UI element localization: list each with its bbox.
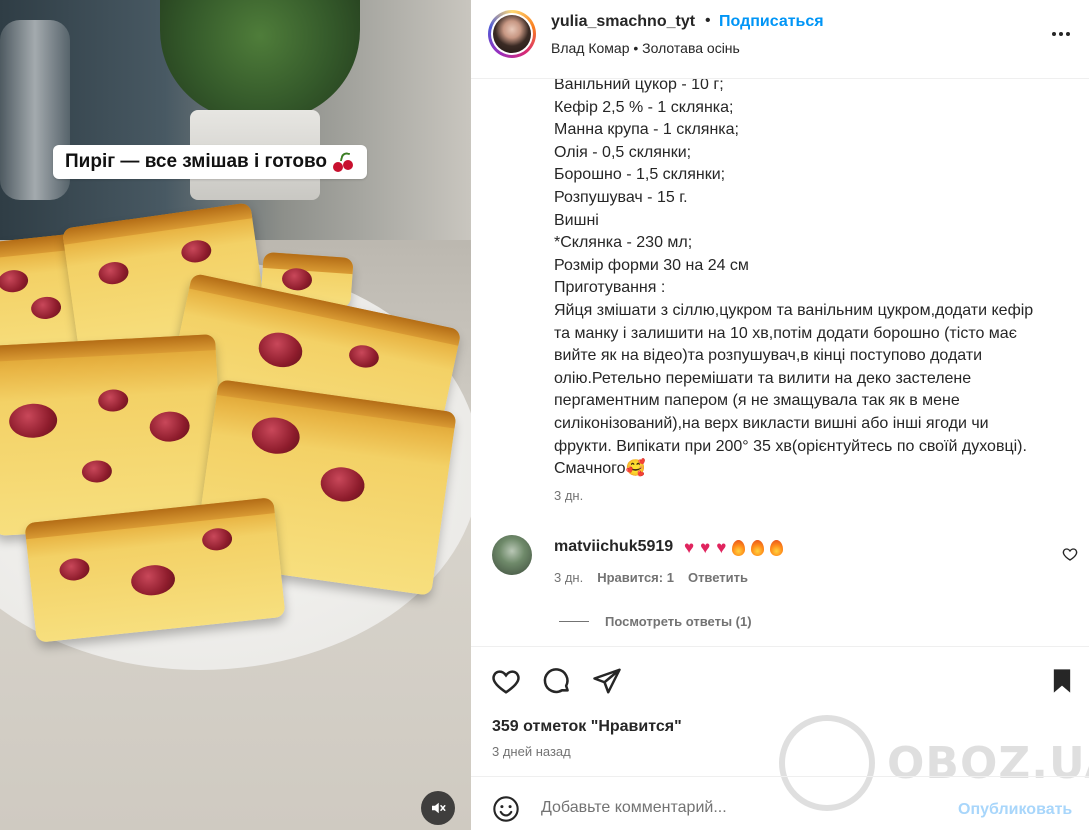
comment-timestamp: 3 дн. bbox=[554, 570, 584, 585]
heart-emoji-icon: ♥ bbox=[700, 538, 711, 557]
more-options-button[interactable] bbox=[1049, 22, 1073, 46]
caption-line: олію.Ретельно перемішати та вилити на де… bbox=[554, 369, 972, 387]
caption-line: Олія - 0,5 склянки; bbox=[554, 143, 692, 161]
caption-line: Приготування : bbox=[554, 279, 666, 297]
comment-likes[interactable]: Нравится: 1 bbox=[597, 570, 674, 585]
caption-line: Борошно - 1,5 склянки; bbox=[554, 166, 726, 184]
commenter-username[interactable]: matviichuk5919 bbox=[554, 538, 673, 556]
post-timestamp: 3 дней назад bbox=[492, 744, 571, 759]
video-overlay-caption: Пиріг — все змішав і готово bbox=[53, 145, 368, 179]
caption-line: Вишні bbox=[554, 211, 599, 229]
view-replies-button[interactable]: Посмотреть ответы (1) bbox=[559, 614, 752, 629]
caption-line: фрукти. Випікати при 200° 35 хв(орієнтуй… bbox=[554, 437, 1027, 455]
caption-line: пергаментним папером (я не змащувала так… bbox=[554, 392, 960, 410]
caption-line: Смачного🥰 bbox=[554, 460, 646, 478]
caption-line: Розмір форми 30 на 24 см bbox=[554, 256, 749, 274]
caption-line: Яйця змішати з сіллю,цукром та ванільним… bbox=[554, 301, 1034, 319]
cherry-icon bbox=[333, 151, 355, 172]
fire-emoji-icon bbox=[751, 539, 765, 556]
caption-line: *Склянка - 230 мл; bbox=[554, 234, 693, 252]
commenter-avatar[interactable] bbox=[492, 535, 532, 575]
mute-button[interactable] bbox=[421, 791, 455, 825]
post-media[interactable]: Пиріг — все змішав і готово bbox=[0, 0, 471, 830]
comment-text: ♥ ♥ ♥ bbox=[684, 538, 784, 557]
volume-off-icon bbox=[432, 802, 446, 814]
likes-count[interactable]: 359 отметок "Нравится" bbox=[492, 718, 682, 736]
author-username[interactable]: yulia_smachno_tyt bbox=[551, 13, 695, 31]
post-panel: Ванільний цукор - 10 г; Кефір 2,5 % - 1 с… bbox=[471, 0, 1089, 830]
comment-heart-icon[interactable] bbox=[1062, 546, 1078, 562]
author-avatar[interactable] bbox=[488, 10, 536, 58]
heart-icon bbox=[492, 670, 520, 694]
reply-button[interactable]: Ответить bbox=[688, 570, 748, 585]
publish-button[interactable]: Опубликовать bbox=[958, 801, 1072, 819]
caption-line: Манна крупа - 1 склянка; bbox=[554, 121, 739, 139]
caption-line: вийте як на відео)та розпушувач,в кінці … bbox=[554, 347, 983, 365]
view-replies-label: Посмотреть ответы (1) bbox=[605, 614, 752, 629]
header-separator: • bbox=[705, 12, 711, 29]
comment-input[interactable] bbox=[541, 792, 941, 824]
like-button[interactable] bbox=[490, 665, 522, 697]
comments-scroll-area[interactable]: Ванільний цукор - 10 г; Кефір 2,5 % - 1 с… bbox=[471, 0, 1089, 645]
comment-button[interactable] bbox=[541, 665, 573, 697]
post-header: yulia_smachno_tyt • Подписаться Влад Ком… bbox=[471, 0, 1089, 79]
caption-line: Кефір 2,5 % - 1 склянка; bbox=[554, 98, 734, 116]
bookmark-icon bbox=[1053, 669, 1071, 693]
post-caption: Ванільний цукор - 10 г; Кефір 2,5 % - 1 с… bbox=[554, 74, 1079, 481]
paper-plane-icon bbox=[593, 668, 621, 694]
audio-attribution[interactable]: Влад Комар • Золотава осінь bbox=[551, 40, 740, 56]
caption-line: та манку і залишити на 10 хв,потім додат… bbox=[554, 324, 1017, 342]
emoji-icon[interactable] bbox=[492, 795, 520, 823]
follow-button[interactable]: Подписаться bbox=[719, 13, 824, 31]
comment-bubble-icon bbox=[543, 668, 569, 694]
caption-line: силіконізований),на верх викласти вишні … bbox=[554, 414, 989, 432]
comment-meta: 3 дн. Нравится: 1 Ответить bbox=[554, 570, 748, 585]
overlay-caption-text: Пиріг — все змішав і готово bbox=[65, 151, 328, 172]
heart-emoji-icon: ♥ bbox=[716, 538, 727, 557]
replies-divider bbox=[559, 621, 589, 622]
more-horizontal-icon bbox=[1052, 32, 1056, 36]
fire-emoji-icon bbox=[770, 539, 784, 556]
heart-emoji-icon: ♥ bbox=[684, 538, 695, 557]
share-button[interactable] bbox=[591, 665, 623, 697]
save-button[interactable] bbox=[1046, 665, 1078, 697]
caption-timestamp: 3 дн. bbox=[554, 488, 584, 503]
fire-emoji-icon bbox=[732, 539, 746, 556]
comment-composer: Опубликовать bbox=[471, 776, 1089, 830]
caption-line: Розпушувач - 15 г. bbox=[554, 188, 688, 206]
